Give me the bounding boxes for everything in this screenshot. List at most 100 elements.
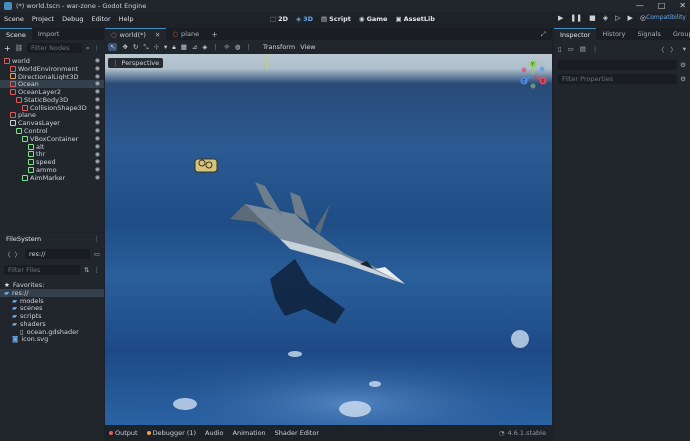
shader-editor-tab[interactable]: Shader Editor	[275, 429, 319, 437]
file-item[interactable]: ▰ scripts	[0, 312, 104, 320]
scene-node[interactable]: Ocean ◉	[0, 80, 104, 88]
add-node-icon[interactable]: +	[4, 44, 11, 53]
visibility-icon[interactable]: ◉	[95, 80, 100, 87]
link-icon[interactable]: ⛓	[15, 44, 23, 52]
visibility-icon[interactable]: ◉	[95, 73, 100, 80]
scene-node[interactable]: VBoxContainer ◉	[0, 135, 104, 143]
new-tab-icon[interactable]: +	[205, 30, 224, 39]
file-item[interactable]: ◙ icon.svg	[0, 335, 104, 343]
visibility-icon[interactable]: ◉	[95, 166, 100, 173]
filter-nodes-input[interactable]: Filter Nodes	[26, 43, 82, 53]
visibility-icon[interactable]: ◉	[95, 119, 100, 126]
menu-help[interactable]: Help	[115, 15, 138, 23]
close-button[interactable]: ✕	[679, 1, 686, 10]
stop-icon[interactable]: ■	[589, 14, 596, 22]
new-resource-icon[interactable]: ▯	[558, 45, 562, 53]
renderer-select[interactable]: Compatibility	[646, 14, 686, 21]
play-icon[interactable]: ▶	[558, 14, 563, 22]
scene-node[interactable]: ammo ◉	[0, 166, 104, 174]
object-path-field[interactable]	[558, 60, 678, 70]
scene-node[interactable]: speed ◉	[0, 158, 104, 166]
animation-tab[interactable]: Animation	[233, 429, 266, 437]
scene-node[interactable]: CollisionShape3D ◉	[0, 104, 104, 112]
tab-groups[interactable]: Groups	[667, 28, 690, 40]
close-tab-icon[interactable]: ✕	[155, 31, 160, 39]
environment-icon[interactable]: ◍	[235, 43, 241, 51]
play-custom-icon[interactable]: ▶	[628, 14, 633, 22]
output-tab[interactable]: Output	[109, 429, 138, 437]
scene-node[interactable]: alt ◉	[0, 143, 104, 151]
tab-import[interactable]: Import	[32, 28, 66, 40]
file-item[interactable]: ▰ res://	[0, 289, 104, 297]
menu-debug[interactable]: Debug	[58, 15, 87, 23]
filter-properties-input[interactable]: Filter Properties	[558, 74, 678, 84]
visibility-icon[interactable]: ◉	[95, 88, 100, 95]
scene-node[interactable]: OceanLayer2 ◉	[0, 88, 104, 96]
history-back-icon[interactable]: 〈	[658, 44, 665, 54]
scene-node[interactable]: plane ◉	[0, 111, 104, 119]
rotate-tool-icon[interactable]: ↻	[133, 43, 138, 51]
history-forward-icon[interactable]: 〉	[670, 44, 677, 54]
load-resource-icon[interactable]: ▭	[568, 45, 574, 53]
visibility-icon[interactable]: ◉	[95, 174, 100, 181]
pause-icon[interactable]: ❚❚	[570, 14, 582, 22]
property-menu-icon[interactable]: ⚙	[680, 75, 686, 83]
remote-debug-icon[interactable]: ◈	[603, 14, 608, 22]
menu-icon[interactable]: ⋮	[94, 44, 101, 52]
menu-project[interactable]: Project	[28, 15, 58, 23]
back-icon[interactable]: 〈	[4, 249, 11, 259]
3d-viewport[interactable]: ⋮ Perspective Y X Z	[105, 54, 552, 425]
perspective-menu[interactable]: ⋮ Perspective	[108, 58, 164, 68]
group-icon[interactable]: ▦	[181, 43, 187, 51]
workspace-2d[interactable]: ⬚ 2D	[270, 15, 288, 23]
axis-gizmo[interactable]: Y X Z	[518, 60, 548, 90]
file-item[interactable]: ★ Favorites:	[0, 281, 104, 289]
menu-editor[interactable]: Editor	[87, 15, 114, 23]
file-item[interactable]: ▰ models	[0, 297, 104, 305]
visibility-icon[interactable]: ◉	[95, 57, 100, 64]
file-item[interactable]: ▰ scenes	[0, 304, 104, 312]
options-icon[interactable]: ⋮	[592, 45, 599, 53]
split-view-icon[interactable]: ▭	[94, 250, 100, 258]
visibility-icon[interactable]: ◉	[95, 151, 100, 158]
visibility-icon[interactable]: ◉	[95, 135, 100, 142]
scene-tab-world[interactable]: ○ world(*) ✕	[105, 28, 167, 40]
scene-node[interactable]: DirectionalLight3D ◉	[0, 73, 104, 81]
maximize-button[interactable]: □	[658, 1, 666, 10]
dock-menu-icon[interactable]: ⋮	[94, 235, 101, 243]
audio-tab[interactable]: Audio	[205, 429, 223, 437]
visibility-icon[interactable]: ◉	[95, 104, 100, 111]
visibility-icon[interactable]: ◉	[95, 96, 100, 103]
visibility-icon[interactable]: ◉	[95, 158, 100, 165]
workspace-assetlib[interactable]: ▣ AssetLib	[395, 15, 434, 23]
play-scene-icon[interactable]: ▷	[615, 14, 620, 22]
ruler-icon[interactable]: ⊿	[192, 43, 197, 51]
search-icon[interactable]: ⌕	[86, 44, 90, 53]
view-menu[interactable]: View	[300, 43, 315, 51]
path-field[interactable]: res://	[25, 249, 90, 259]
forward-icon[interactable]: 〉	[15, 249, 22, 259]
sun-icon[interactable]: ☼	[224, 43, 230, 51]
menu-scene[interactable]: Scene	[0, 15, 28, 23]
snap-icon[interactable]: ⋮	[212, 43, 219, 51]
selectable-tool-icon[interactable]: ⊹	[154, 43, 159, 51]
save-resource-icon[interactable]: ▤	[580, 45, 586, 53]
tab-inspector[interactable]: Inspector	[554, 28, 597, 40]
distraction-free-icon[interactable]: ⤢	[541, 30, 546, 39]
visibility-icon[interactable]: ◉	[95, 65, 100, 72]
file-item[interactable]: ▰ shaders	[0, 320, 104, 328]
list-select-icon[interactable]: ▾	[164, 43, 167, 51]
minimize-button[interactable]: —	[636, 1, 644, 10]
move-tool-icon[interactable]: ✥	[122, 43, 127, 51]
file-item[interactable]: ▯ ocean.gdshader	[0, 328, 104, 336]
visibility-icon[interactable]: ◉	[95, 112, 100, 119]
workspace-game[interactable]: ◉ Game	[359, 15, 388, 23]
tab-history[interactable]: History	[596, 28, 631, 40]
scene-node[interactable]: StaticBody3D ◉	[0, 96, 104, 104]
fs-menu-icon[interactable]: ⋮	[94, 266, 101, 274]
history-list-icon[interactable]: ▾	[683, 45, 686, 53]
object-menu-icon[interactable]: ⚙	[680, 61, 686, 69]
filter-files-input[interactable]: Filter Files	[4, 265, 81, 275]
scene-node[interactable]: Control ◉	[0, 127, 104, 135]
sort-icon[interactable]: ⇅	[84, 266, 89, 274]
